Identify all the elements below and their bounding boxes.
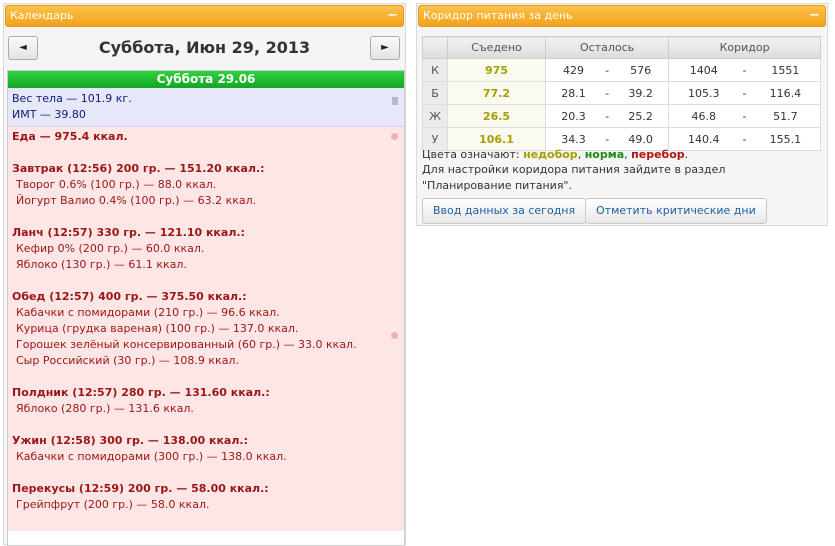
meal-block: Перекусы (12:59) 200 гр. — 58.00 ккал.: Г… bbox=[12, 481, 400, 513]
food-total: Еда — 975.4 ккал. bbox=[12, 130, 128, 143]
meal-item: Кефир 0% (200 гр.) — 60.0 ккал. bbox=[16, 242, 205, 255]
row-label: К bbox=[422, 58, 448, 82]
dash: - bbox=[738, 104, 751, 128]
enter-today-data-button[interactable]: Ввод данных за сегодня bbox=[422, 198, 587, 224]
corridor-max: 116.4 bbox=[750, 81, 821, 105]
day-card: Суббота 29.06 Вес тела — 101.9 кг. ИМТ —… bbox=[7, 70, 405, 546]
mark-critical-days-button[interactable]: Отметить критические дни bbox=[585, 198, 767, 224]
meal-title: Ужин (12:58) 300 гр. — 138.00 ккал.: bbox=[12, 434, 248, 447]
table-header-row: Съедено Осталось Коридор bbox=[422, 36, 821, 59]
bmi-value: ИМТ — 39.80 bbox=[12, 108, 86, 121]
meal-block: Полдник (12:57) 280 гр. — 131.60 ккал.: Я… bbox=[12, 385, 400, 417]
corridor-max: 155.1 bbox=[750, 127, 821, 151]
dash: - bbox=[600, 104, 614, 128]
meal-item: Горошек зелёный консервированный (60 гр.… bbox=[16, 338, 357, 351]
collapse-icon[interactable]: − bbox=[387, 6, 398, 26]
corridor-panel: Коридор питания за день − Съедено Остало… bbox=[416, 3, 828, 226]
meal-item: Кабачки с помидорами (300 гр.) — 138.0 к… bbox=[16, 450, 287, 463]
meal-block: Ланч (12:57) 330 гр. — 121.10 ккал.: Кефи… bbox=[12, 225, 400, 273]
row-label: Б bbox=[422, 81, 448, 105]
legend-sep: , bbox=[624, 148, 628, 161]
legend-prefix: Цвета означают: bbox=[422, 148, 520, 161]
corridor-header-title: Коридор питания за день bbox=[423, 9, 573, 22]
meal-block: Завтрак (12:56) 200 гр. — 151.20 ккал.: Т… bbox=[12, 161, 400, 209]
meal-block: Ужин (12:58) 300 гр. — 138.00 ккал.: Каба… bbox=[12, 433, 400, 465]
eaten-value: 77.2 bbox=[447, 81, 546, 105]
legend-end: . bbox=[684, 148, 689, 161]
date-navigation: ◄ Суббота, Июн 29, 2013 ► bbox=[4, 28, 405, 68]
meal-item: Сыр Российский (30 гр.) — 108.9 ккал. bbox=[16, 354, 239, 367]
date-title: Суббота, Июн 29, 2013 bbox=[98, 38, 311, 57]
corridor-header: Коридор питания за день − bbox=[418, 5, 826, 27]
dash: - bbox=[600, 81, 614, 105]
calendar-header-title: Календарь bbox=[10, 9, 74, 22]
meal-item: Грейпфрут (200 гр.) — 58.0 ккал. bbox=[16, 498, 210, 511]
legend-over: перебор bbox=[631, 148, 685, 161]
eaten-value: 26.5 bbox=[447, 104, 546, 128]
meal-item: Йогурт Валио 0.4% (100 гр.) — 63.2 ккал. bbox=[16, 194, 257, 207]
meal-item: Творог 0.6% (100 гр.) — 88.0 ккал. bbox=[16, 178, 217, 191]
dash: - bbox=[600, 58, 614, 82]
body-weight: Вес тела — 101.9 кг. bbox=[12, 92, 132, 105]
meal-item: Яблоко (280 гр.) — 131.6 ккал. bbox=[16, 402, 194, 415]
collapse-icon[interactable]: − bbox=[809, 6, 820, 26]
row-label: Ж bbox=[422, 104, 448, 128]
eaten-value: 975 bbox=[447, 58, 546, 82]
edit-food-icon[interactable] bbox=[391, 133, 398, 140]
dash: - bbox=[738, 81, 751, 105]
day-label: Суббота 29.06 bbox=[8, 71, 404, 88]
meal-list: Завтрак (12:56) 200 гр. — 151.20 ккал.: Т… bbox=[12, 161, 400, 513]
calendar-panel: Календарь − ◄ Суббота, Июн 29, 2013 ► Су… bbox=[3, 3, 406, 546]
remaining-min: 429 bbox=[544, 58, 601, 82]
meal-title: Обед (12:57) 400 гр. — 375.50 ккал.: bbox=[12, 290, 247, 303]
legend-sep: , bbox=[577, 148, 582, 161]
weight-block[interactable]: Вес тела — 101.9 кг. ИМТ — 39.80 bbox=[8, 88, 404, 127]
meal-title: Завтрак (12:56) 200 гр. — 151.20 ккал.: bbox=[12, 162, 265, 175]
next-day-button[interactable]: ► bbox=[370, 36, 400, 60]
column-header: Осталось bbox=[544, 36, 670, 59]
table-row: Б 77.2 28.1-39.2 105.3-116.4 bbox=[422, 81, 821, 105]
remaining-min: 20.3 bbox=[544, 104, 601, 128]
meal-item: Яблоко (130 гр.) — 61.1 ккал. bbox=[16, 258, 187, 271]
meal-block: Обед (12:57) 400 гр. — 375.50 ккал.: Каба… bbox=[12, 289, 400, 369]
remaining-max: 576 bbox=[613, 58, 670, 82]
remaining-min: 28.1 bbox=[544, 81, 601, 105]
dash: - bbox=[738, 127, 751, 151]
meal-title: Полдник (12:57) 280 гр. — 131.60 ккал.: bbox=[12, 386, 270, 399]
meal-item: Курица (грудка вареная) (100 гр.) — 137.… bbox=[16, 322, 299, 335]
remaining-max: 39.2 bbox=[613, 81, 670, 105]
meal-item: Кабачки с помидорами (210 гр.) — 96.6 кк… bbox=[16, 306, 280, 319]
corridor-table: Съедено Осталось Коридор К 975 429-576 1404… bbox=[422, 36, 821, 151]
legend-norm: норма bbox=[584, 148, 625, 161]
calendar-header: Календарь − bbox=[5, 5, 404, 27]
corridor-max: 51.7 bbox=[750, 104, 821, 128]
corridor-min: 1404 bbox=[668, 58, 739, 82]
edit-weight-icon[interactable] bbox=[392, 97, 398, 105]
meal-title: Перекусы (12:59) 200 гр. — 58.00 ккал.: bbox=[12, 482, 269, 495]
column-header: Съедено bbox=[447, 36, 546, 59]
food-block[interactable]: Еда — 975.4 ккал. Завтрак (12:56) 200 гр… bbox=[8, 127, 404, 531]
dash: - bbox=[738, 58, 751, 82]
column-header: Коридор bbox=[668, 36, 821, 59]
column-header bbox=[422, 36, 448, 59]
corridor-min: 105.3 bbox=[668, 81, 739, 105]
corridor-min: 46.8 bbox=[668, 104, 739, 128]
table-row: Ж 26.5 20.3-25.2 46.8-51.7 bbox=[422, 104, 821, 128]
table-row: К 975 429-576 1404-1551 bbox=[422, 58, 821, 82]
edit-meal-icon[interactable] bbox=[391, 332, 398, 339]
meal-title: Ланч (12:57) 330 гр. — 121.10 ккал.: bbox=[12, 226, 245, 239]
corridor-max: 1551 bbox=[750, 58, 821, 82]
corridor-note: Для настройки коридора питания зайдите в… bbox=[422, 163, 726, 192]
legend-under: недобор bbox=[523, 148, 578, 161]
color-legend: Цвета означают: недобор, норма, перебор. bbox=[422, 146, 688, 163]
remaining-max: 25.2 bbox=[613, 104, 670, 128]
